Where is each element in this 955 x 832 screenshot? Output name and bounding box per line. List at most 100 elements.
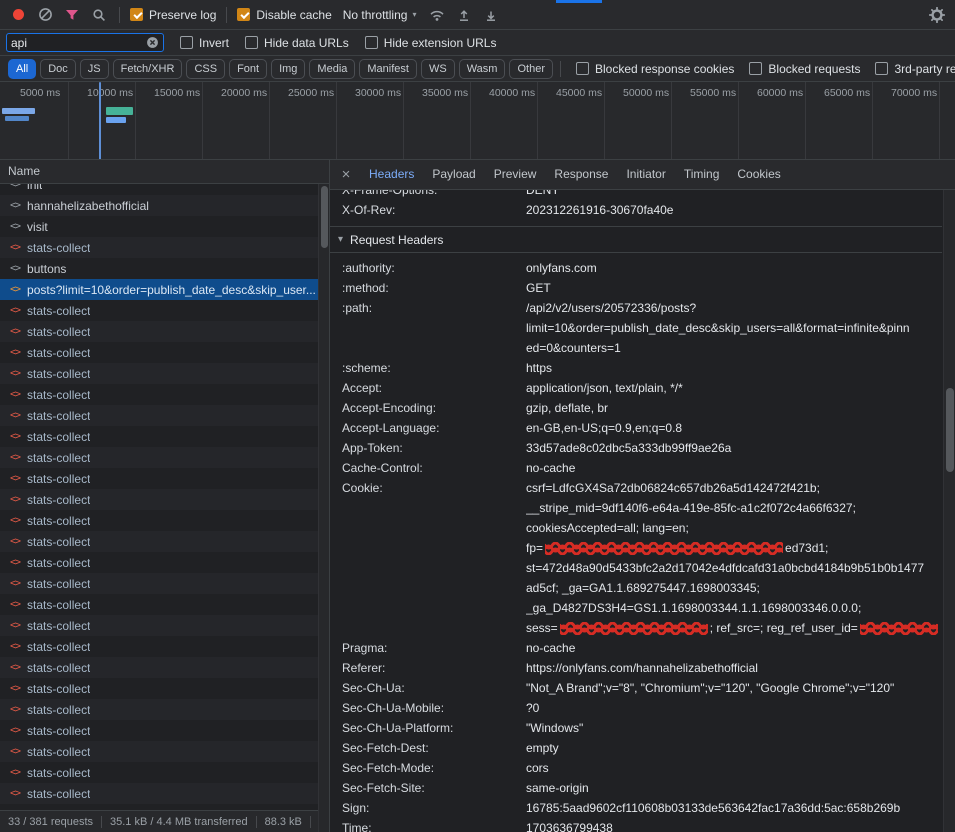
import-har-button[interactable]: [454, 5, 474, 25]
error-request-icon: <>: [10, 704, 20, 715]
request-list-scrollbar[interactable]: [318, 184, 329, 832]
filter-chip-css[interactable]: CSS: [186, 59, 225, 79]
request-row[interactable]: <>stats-collect: [0, 468, 329, 489]
header-value: 16785:5aad9602cf110608b03133de563642fac1…: [526, 798, 942, 818]
timeline-overview[interactable]: 5000 ms10000 ms15000 ms20000 ms25000 ms3…: [0, 82, 955, 160]
header-name: Accept-Encoding:: [330, 398, 526, 418]
request-row[interactable]: <>stats-collect: [0, 699, 329, 720]
filter-chip-ws[interactable]: WS: [421, 59, 455, 79]
close-details-button[interactable]: ×: [334, 166, 358, 183]
filter-chip-doc[interactable]: Doc: [40, 59, 76, 79]
filter-chip-font[interactable]: Font: [229, 59, 267, 79]
header-name: Sec-Ch-Ua:: [330, 678, 526, 698]
blocked-response-cookies-checkbox[interactable]: Blocked response cookies: [576, 62, 734, 76]
name-column-header[interactable]: Name: [0, 160, 329, 184]
request-row[interactable]: <>posts?limit=10&order=publish_date_desc…: [0, 279, 329, 300]
error-request-icon: <>: [10, 662, 20, 673]
request-row[interactable]: <>hannahelizabethofficial: [0, 195, 329, 216]
request-row[interactable]: <>stats-collect: [0, 342, 329, 363]
request-row[interactable]: <>stats-collect: [0, 300, 329, 321]
request-row[interactable]: <>stats-collect: [0, 741, 329, 762]
header-row: Cache-Control:no-cache: [330, 458, 942, 478]
filter-input[interactable]: [11, 36, 146, 50]
header-row: Sign:16785:5aad9602cf110608b03133de56364…: [330, 798, 942, 818]
request-row[interactable]: <>stats-collect: [0, 363, 329, 384]
request-headers-section[interactable]: ▾ Request Headers: [330, 226, 942, 253]
network-conditions-button[interactable]: [427, 5, 447, 25]
filter-chip-manifest[interactable]: Manifest: [359, 59, 417, 79]
request-name: stats-collect: [27, 598, 90, 612]
request-row[interactable]: <>buttons: [0, 258, 329, 279]
tab-payload[interactable]: Payload: [423, 160, 484, 189]
blocked-requests-checkbox[interactable]: Blocked requests: [749, 62, 860, 76]
request-row-content: <>stats-collect: [0, 573, 329, 594]
request-row[interactable]: <>stats-collect: [0, 573, 329, 594]
scrollbar-thumb[interactable]: [946, 388, 954, 472]
hide-extension-urls-checkbox[interactable]: Hide extension URLs: [365, 36, 497, 50]
filter-chip-all[interactable]: All: [8, 59, 36, 79]
tab-initiator[interactable]: Initiator: [617, 160, 674, 189]
disable-cache-checkbox[interactable]: Disable cache: [237, 8, 331, 22]
network-filter-box[interactable]: [6, 33, 164, 52]
tab-headers[interactable]: Headers: [360, 160, 423, 189]
request-row[interactable]: <>stats-collect: [0, 762, 329, 783]
filter-chip-js[interactable]: JS: [80, 59, 109, 79]
throttling-dropdown[interactable]: No throttling ▾: [339, 8, 421, 22]
request-row[interactable]: <>stats-collect: [0, 804, 329, 810]
header-name: Time:: [330, 818, 526, 832]
filter-chip-other[interactable]: Other: [509, 59, 553, 79]
request-row[interactable]: <>visit: [0, 216, 329, 237]
error-request-icon: <>: [10, 515, 20, 526]
request-row[interactable]: <>stats-collect: [0, 405, 329, 426]
filter-button[interactable]: [62, 5, 82, 25]
network-conditions-icon: [429, 8, 445, 22]
request-row[interactable]: <>stats-collect: [0, 426, 329, 447]
clear-network-log-button[interactable]: [35, 5, 55, 25]
request-row[interactable]: <>stats-collect: [0, 720, 329, 741]
filter-chip-wasm[interactable]: Wasm: [459, 59, 506, 79]
request-row[interactable]: <>stats-collect: [0, 594, 329, 615]
request-row[interactable]: <>stats-collect: [0, 321, 329, 342]
filter-chip-media[interactable]: Media: [309, 59, 355, 79]
record-button[interactable]: [8, 5, 28, 25]
request-row[interactable]: <>stats-collect: [0, 636, 329, 657]
tab-response[interactable]: Response: [545, 160, 617, 189]
header-row: Sec-Fetch-Mode:cors: [330, 758, 942, 778]
header-row: App-Token:33d57ade8c02dbc5a333db99ff9ae2…: [330, 438, 942, 458]
filter-chip-img[interactable]: Img: [271, 59, 305, 79]
tab-timing[interactable]: Timing: [675, 160, 729, 189]
header-value-line: GET: [526, 278, 942, 298]
3rd-party-requests-checkbox[interactable]: 3rd-party requests: [875, 62, 955, 76]
request-row[interactable]: <>stats-collect: [0, 678, 329, 699]
request-row[interactable]: <>stats-collect: [0, 384, 329, 405]
invert-checkbox[interactable]: Invert: [180, 36, 229, 50]
hide-data-urls-checkbox[interactable]: Hide data URLs: [245, 36, 349, 50]
request-row[interactable]: <>stats-collect: [0, 447, 329, 468]
request-row[interactable]: <>stats-collect: [0, 783, 329, 804]
tab-cookies[interactable]: Cookies: [728, 160, 789, 189]
redaction-scribble: [560, 622, 708, 635]
details-scrollbar[interactable]: [943, 190, 955, 832]
settings-button[interactable]: [927, 5, 947, 25]
preserve-log-checkbox[interactable]: Preserve log: [130, 8, 216, 22]
request-row[interactable]: <>stats-collect: [0, 615, 329, 636]
request-row[interactable]: <>stats-collect: [0, 552, 329, 573]
filter-chip-fetch-xhr[interactable]: Fetch/XHR: [113, 59, 183, 79]
hide-data-urls-label: Hide data URLs: [264, 36, 349, 50]
timeline-tick-label: 55000 ms: [690, 87, 736, 99]
request-name: stats-collect: [27, 535, 90, 549]
3rd-party-requests-label: 3rd-party requests: [894, 62, 955, 76]
scrollbar-thumb[interactable]: [321, 186, 328, 248]
clear-filter-icon[interactable]: [146, 36, 159, 49]
request-row[interactable]: <>stats-collect: [0, 531, 329, 552]
request-row[interactable]: <>stats-collect: [0, 237, 329, 258]
export-har-button[interactable]: [481, 5, 501, 25]
headers-tab-content: X-Frame-Options: DENY X-Of-Rev: 20231226…: [330, 190, 955, 832]
request-list-rows: <>init<>hannahelizabethofficial<>visit <>…: [0, 184, 329, 810]
request-row[interactable]: <>stats-collect: [0, 510, 329, 531]
request-row[interactable]: <>stats-collect: [0, 489, 329, 510]
search-button[interactable]: [89, 5, 109, 25]
request-row[interactable]: <>stats-collect: [0, 657, 329, 678]
tab-preview[interactable]: Preview: [485, 160, 546, 189]
request-row[interactable]: <>init: [0, 184, 329, 195]
